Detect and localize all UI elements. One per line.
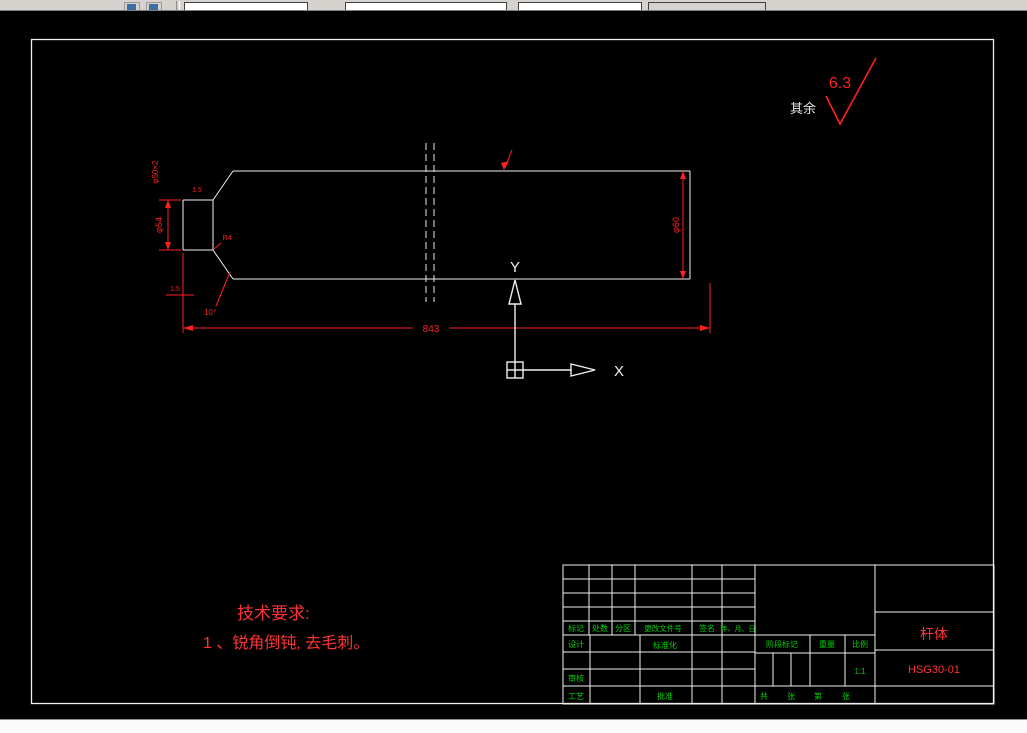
- dim-chamfer-end-text: 1.5: [170, 286, 180, 293]
- toolbar-icon[interactable]: [146, 2, 162, 10]
- tb-scale-value: 1:1: [854, 667, 866, 676]
- dimension-arrowheads: [165, 161, 710, 331]
- tb-total-label: 共: [760, 692, 768, 701]
- drawing-canvas[interactable]: 843 φ60 φ54 φ50×2 1.5 1.5 10° R4 6.3 其余 …: [0, 0, 1027, 733]
- center-dashed-lines: [425, 143, 435, 302]
- tb-mark-label: 标记: [568, 623, 584, 633]
- tb-doc-label: 更改文件号: [644, 623, 682, 633]
- tech-requirements-title: 技术要求:: [237, 604, 310, 623]
- tb-zone-label: 分区: [615, 624, 631, 633]
- toolbar-dropdown[interactable]: [648, 2, 766, 10]
- tb-sheet-label: 张: [787, 692, 795, 701]
- tb-date-label: 年、月、日: [721, 624, 756, 633]
- tb-process-label: 工艺: [568, 692, 584, 701]
- ucs-y-label: Y: [510, 259, 520, 276]
- dim-length-text: 843: [423, 324, 440, 335]
- drawing-number: HSG30-01: [908, 664, 960, 676]
- dim-main-dia-text: φ60: [671, 217, 681, 233]
- tb-stage-label: 阶段标记: [766, 639, 798, 649]
- ucs-x-label: X: [614, 363, 624, 380]
- tb-standardize-label: 标准化: [653, 640, 677, 650]
- tb-no-label: 第: [814, 691, 822, 701]
- tb-sign-label: 签名: [699, 623, 715, 633]
- ucs-icon: [506, 279, 596, 379]
- dim-chamfer-top-text: 1.5: [192, 187, 202, 194]
- tool-icon: [149, 4, 158, 10]
- toolbar-icon[interactable]: [124, 2, 140, 10]
- dim-fillet-text: R4: [223, 235, 232, 242]
- tool-icon: [127, 4, 136, 10]
- roughness-rest-label: 其余: [790, 101, 816, 116]
- tb-check-label: 审核: [568, 673, 584, 683]
- part-name: 杆体: [920, 626, 948, 642]
- dim-taper-angle-text: 10°: [204, 308, 216, 317]
- roughness-note: 6.3 其余: [790, 57, 877, 126]
- tb-approve-label: 批准: [657, 691, 673, 701]
- tb-design-label: 设计: [568, 639, 584, 649]
- dim-groove-text: φ50×2: [151, 160, 160, 184]
- sheet-border: [30, 38, 995, 705]
- shaft-outline: [182, 170, 691, 280]
- dim-small-dia-text: φ54: [154, 217, 164, 233]
- roughness-value-text: 6.3: [829, 75, 851, 92]
- toolbar-dropdown[interactable]: [345, 2, 507, 10]
- tb-sheet2-label: 张: [842, 692, 850, 701]
- status-bar: [0, 719, 1027, 733]
- toolbar: [0, 0, 1027, 11]
- toolbar-dropdown[interactable]: [184, 2, 308, 10]
- tech-requirements-item: 1 、锐角倒钝, 去毛刺。: [203, 634, 369, 652]
- tb-weight-label: 重量: [819, 639, 835, 649]
- toolbar-dropdown[interactable]: [518, 2, 642, 10]
- toolbar-separator: [176, 1, 180, 10]
- tb-scale-label: 比例: [852, 639, 868, 649]
- cad-application-window: 843 φ60 φ54 φ50×2 1.5 1.5 10° R4 6.3 其余 …: [0, 0, 1027, 733]
- tb-count-label: 处数: [592, 623, 608, 633]
